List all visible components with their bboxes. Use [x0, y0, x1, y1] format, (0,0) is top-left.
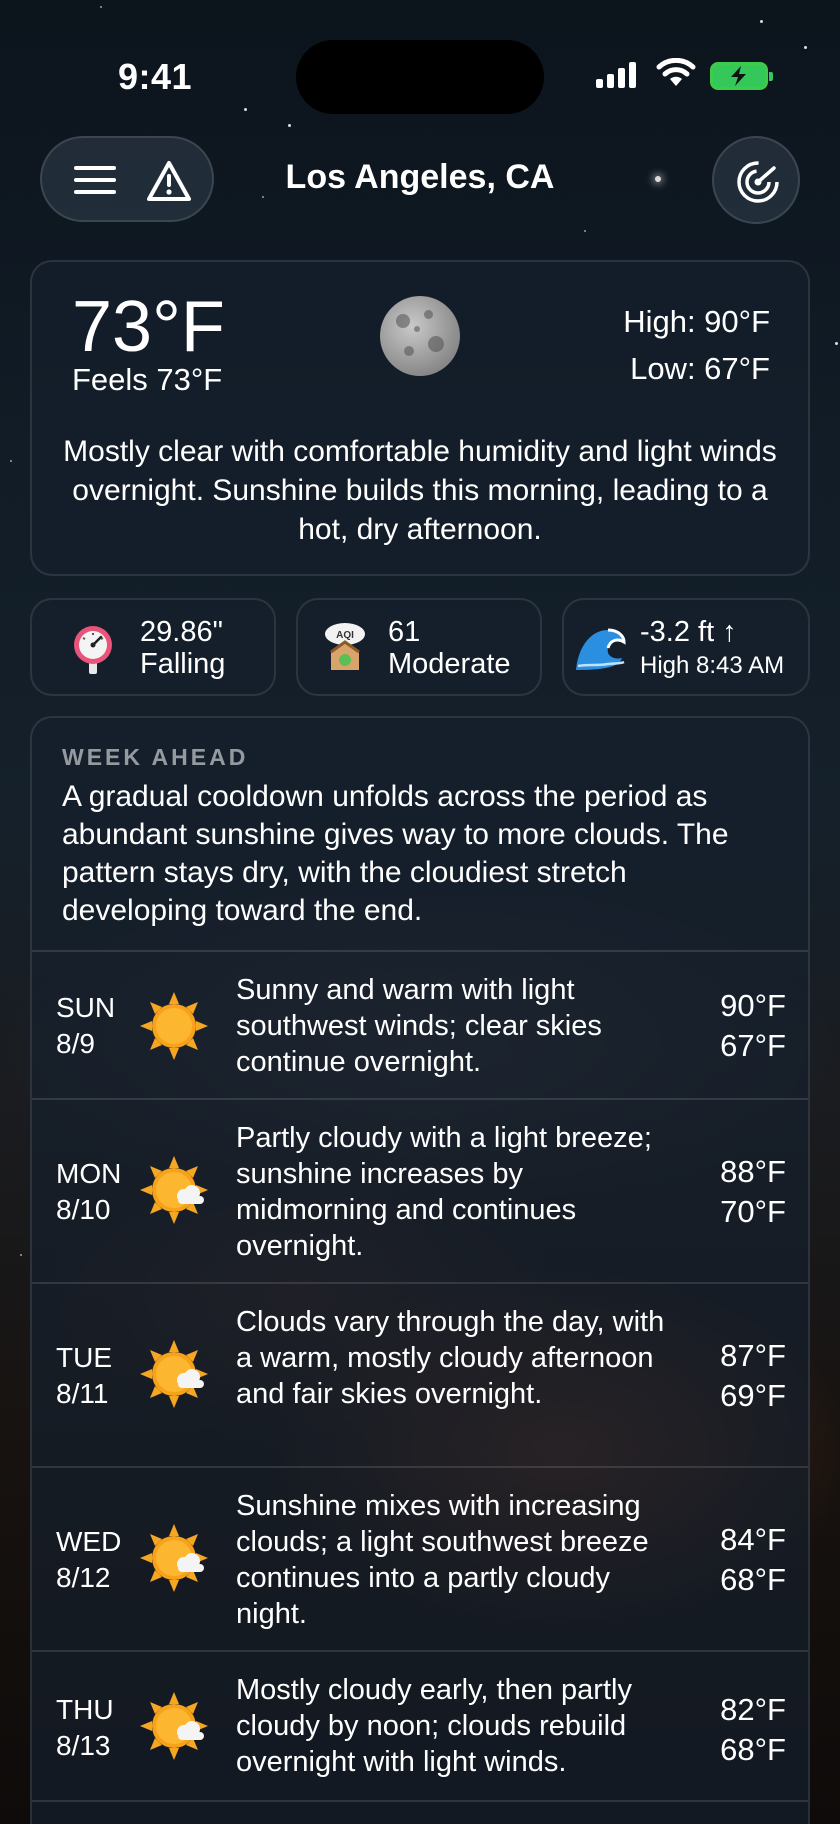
svg-text:AQI: AQI: [336, 630, 354, 641]
barometer-icon: [74, 626, 112, 674]
cellular-signal-icon: [596, 62, 636, 88]
partly-sunny-icon: [140, 1692, 208, 1760]
forecast-day: WED 8/12: [56, 1526, 122, 1593]
star: [804, 46, 807, 49]
forecast-row[interactable]: MON 8/10 Partly cloudy with a light breez…: [32, 1098, 808, 1282]
status-time: 9:41: [118, 56, 193, 97]
star: [760, 20, 763, 23]
current-summary: Mostly clear with comfortable humidity a…: [63, 435, 777, 546]
low-temp: Low: 67°F: [630, 351, 770, 386]
dynamic-island: [296, 40, 544, 114]
tide-next: High 8:43 AM: [640, 652, 785, 679]
star: [835, 342, 838, 345]
sun-icon: [140, 992, 208, 1060]
week-ahead-summary: A gradual cooldown unfolds across the pe…: [62, 780, 729, 927]
forecast-description: Clouds vary through the day, with a warm…: [236, 1306, 665, 1410]
pressure-value: 29.86": [140, 616, 223, 648]
alert-warning-icon[interactable]: [146, 160, 192, 202]
pressure-card[interactable]: 29.86" Falling: [30, 598, 276, 696]
location-title[interactable]: Los Angeles, CA: [200, 158, 640, 197]
forecast-description: Partly cloudy with a light breeze; sunsh…: [236, 1122, 652, 1262]
forecast-description: Mostly cloudy early, then partly cloudy …: [236, 1674, 632, 1778]
high-low-temps: High: 90°F Low: 67°F: [623, 298, 770, 392]
current-temperature: 73°F: [72, 287, 225, 367]
forecast-day: THU 8/13: [56, 1694, 114, 1761]
forecast-row[interactable]: SUN 8/9 Sunny and warm with light southwe…: [32, 950, 808, 1098]
forecast-day: SUN 8/9: [56, 992, 116, 1059]
air-quality-card[interactable]: AQI 61 Moderate: [296, 598, 542, 696]
tide-card[interactable]: -3.2 ft ↑ High 8:43 AM: [562, 598, 810, 696]
star: [244, 108, 247, 111]
star: [655, 176, 661, 182]
battery-charging-icon: [710, 62, 773, 90]
forecast-row[interactable]: [32, 1800, 808, 1824]
forecast-row[interactable]: WED 8/12 Sunshine mixes with increasing c…: [32, 1466, 808, 1650]
star: [100, 6, 102, 8]
forecast-high-low: 84°F 68°F: [720, 1522, 786, 1597]
partly-sunny-icon: [140, 1340, 208, 1408]
star: [288, 124, 291, 127]
forecast-day: TUE 8/11: [56, 1342, 112, 1409]
partly-sunny-icon: [140, 1156, 208, 1224]
forecast-row[interactable]: THU 8/13 Mostly cloudy early, then partly…: [32, 1650, 808, 1800]
aqi-value: 61: [388, 616, 421, 648]
feels-like: Feels 73°F: [72, 362, 223, 397]
star: [584, 230, 586, 232]
star: [20, 1254, 22, 1256]
forecast-description: Sunshine mixes with increasing clouds; a…: [236, 1490, 649, 1630]
wave-icon: [576, 628, 626, 670]
header-actions-pill: [40, 136, 214, 222]
current-conditions-card[interactable]: 73°F Feels 73°F High: 90°F Low: 67°F Mos…: [30, 260, 810, 576]
moon-icon: [380, 296, 460, 376]
star: [10, 460, 12, 462]
week-ahead-title: WEEK AHEAD: [62, 744, 249, 770]
week-ahead-card: WEEK AHEAD A gradual cooldown unfolds ac…: [30, 716, 810, 1824]
forecast-day: MON 8/10: [56, 1158, 122, 1225]
pressure-trend: Falling: [140, 648, 226, 680]
forecast-high-low: 87°F 69°F: [720, 1338, 786, 1413]
tide-level: -3.2 ft ↑: [640, 616, 737, 648]
forecast-row[interactable]: TUE 8/11 Clouds vary through the day, wit…: [32, 1282, 808, 1466]
partly-sunny-icon: [140, 1524, 208, 1592]
radar-button[interactable]: [712, 136, 800, 224]
forecast-description: Sunny and warm with light southwest wind…: [236, 974, 602, 1078]
aqi-icon: AQI: [325, 623, 365, 670]
high-temp: High: 90°F: [623, 304, 770, 339]
forecast-high-low: 90°F 67°F: [720, 988, 786, 1063]
forecast-high-low: 88°F 70°F: [720, 1154, 786, 1229]
radar-icon: [737, 161, 779, 203]
wifi-icon: [656, 58, 696, 86]
aqi-category: Moderate: [388, 648, 511, 680]
menu-icon[interactable]: [74, 166, 116, 196]
forecast-high-low: 82°F 68°F: [720, 1692, 786, 1767]
